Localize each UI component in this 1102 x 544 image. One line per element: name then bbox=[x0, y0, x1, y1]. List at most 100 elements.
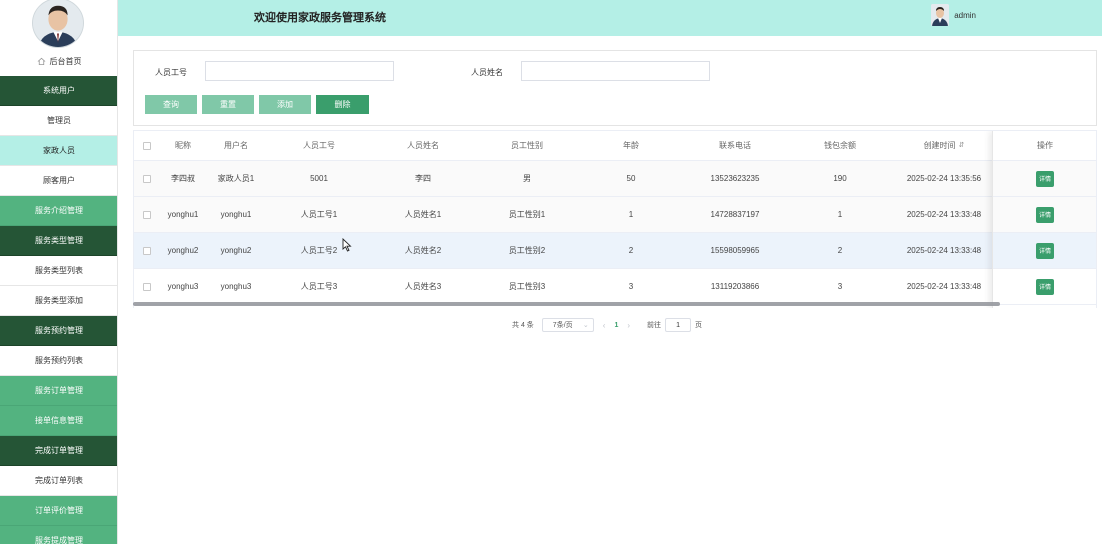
app-root: 后台首页 系统用户 管理员 家政人员 顾客用户 服务介绍管理 服务类型管理 服务类型列表 服务… bbox=[0, 0, 1102, 544]
user-menu[interactable]: admin bbox=[931, 4, 976, 26]
page-size-select[interactable]: 7条/页 ⌄ bbox=[541, 318, 594, 332]
sidebar-item[interactable]: 服务介绍管理 bbox=[0, 196, 117, 226]
cell-gender: 男 bbox=[523, 174, 531, 183]
col-username: 用户名 bbox=[224, 141, 248, 150]
prev-page-icon[interactable]: ‹ bbox=[603, 321, 606, 330]
col-staff-no: 人员工号 bbox=[303, 141, 335, 150]
cell-age: 50 bbox=[626, 174, 636, 183]
table-row[interactable]: yonghu2 yonghu2 人员工号2 人员姓名2 员工性别2 2 1559805996… bbox=[134, 233, 1096, 269]
cell-balance: 1 bbox=[837, 210, 843, 219]
sidebar-item[interactable]: 服务提成管理 bbox=[0, 526, 117, 544]
cell-phone: 13523623235 bbox=[710, 174, 760, 183]
top-header: 欢迎使用家政服务管理系统 admin bbox=[118, 0, 1102, 36]
staff-name-label: 人员姓名 bbox=[471, 68, 503, 77]
chevron-down-icon: ⌄ bbox=[582, 322, 589, 329]
cell-staff-no: 5001 bbox=[310, 174, 328, 183]
sidebar-item[interactable]: 完成订单列表 bbox=[0, 466, 117, 496]
cell-staff-no: 人员工号1 bbox=[300, 210, 338, 219]
cell-staff-name: 人员姓名3 bbox=[404, 282, 442, 291]
cell-created: 2025-02-24 13:35:56 bbox=[906, 174, 982, 183]
sidebar-item[interactable]: 家政人员 bbox=[0, 136, 117, 166]
table-row[interactable]: yonghu3 yonghu3 人员工号3 人员姓名3 员工性别3 3 1311920386… bbox=[134, 269, 1096, 305]
goto-page-input[interactable]: 1 bbox=[665, 318, 692, 332]
next-page-icon[interactable]: › bbox=[627, 321, 630, 330]
staff-table: 昵称 用户名 人员工号 人员姓名 员工性别 年龄 联系电话 钱包余额 创建时间 … bbox=[133, 130, 1097, 308]
cell-age: 1 bbox=[628, 210, 634, 219]
sidebar-item[interactable]: 服务订单管理 bbox=[0, 376, 117, 406]
cell-username: yonghu1 bbox=[220, 210, 252, 219]
col-age: 年龄 bbox=[623, 141, 639, 150]
select-all-checkbox[interactable] bbox=[143, 141, 151, 150]
sidebar-item[interactable]: 服务预约管理 bbox=[0, 316, 117, 346]
add-button[interactable]: 添加 bbox=[259, 95, 311, 114]
col-gender: 员工性别 bbox=[511, 141, 543, 150]
cell-staff-no: 人员工号2 bbox=[300, 246, 338, 255]
cell-age: 2 bbox=[628, 246, 634, 255]
sidebar-home-link[interactable]: 后台首页 bbox=[0, 53, 117, 69]
cell-username: yonghu2 bbox=[220, 246, 252, 255]
home-label: 后台首页 bbox=[49, 56, 82, 66]
cell-staff-no: 人员工号3 bbox=[300, 282, 338, 291]
cell-balance: 190 bbox=[833, 174, 847, 183]
detail-button[interactable]: 详情 bbox=[1036, 170, 1054, 187]
cell-nickname: yonghu3 bbox=[167, 282, 199, 291]
cell-created: 2025-02-24 13:33:48 bbox=[906, 246, 982, 255]
pagination-total: 共 4 条 bbox=[512, 322, 534, 329]
sidebar-item[interactable]: 管理员 bbox=[0, 106, 117, 136]
sidebar-item[interactable]: 系统用户 bbox=[0, 76, 117, 106]
sidebar-item[interactable]: 完成订单管理 bbox=[0, 436, 117, 466]
table-header: 昵称 用户名 人员工号 人员姓名 员工性别 年龄 联系电话 钱包余额 创建时间 … bbox=[134, 131, 1096, 161]
cell-created: 2025-02-24 13:33:48 bbox=[906, 210, 982, 219]
col-balance: 钱包余额 bbox=[824, 141, 856, 150]
cell-username: yonghu3 bbox=[220, 282, 252, 291]
row-checkbox[interactable] bbox=[143, 282, 151, 291]
cell-phone: 13119203866 bbox=[710, 282, 760, 291]
staff-name-input[interactable] bbox=[521, 61, 710, 81]
delete-button[interactable]: 删除 bbox=[316, 95, 369, 114]
cell-nickname: yonghu1 bbox=[167, 210, 199, 219]
sidebar: 后台首页 系统用户 管理员 家政人员 顾客用户 服务介绍管理 服务类型管理 服务类型列表 服务… bbox=[0, 0, 118, 544]
detail-button[interactable]: 详情 bbox=[1036, 206, 1054, 223]
sidebar-avatar bbox=[32, 0, 84, 48]
sidebar-item[interactable]: 订单评价管理 bbox=[0, 496, 117, 526]
query-button[interactable]: 查询 bbox=[145, 95, 197, 114]
detail-button[interactable]: 详情 bbox=[1036, 278, 1054, 295]
sort-icon[interactable]: ⇵ bbox=[959, 142, 965, 149]
sidebar-item[interactable]: 服务类型管理 bbox=[0, 226, 117, 256]
sidebar-item[interactable]: 服务类型添加 bbox=[0, 286, 117, 316]
sidebar-item[interactable]: 顾客用户 bbox=[0, 166, 117, 196]
cell-staff-name: 人员姓名2 bbox=[404, 246, 442, 255]
col-created[interactable]: 创建时间 ⇵ bbox=[892, 131, 996, 160]
cell-created: 2025-02-24 13:33:48 bbox=[906, 282, 982, 291]
table-row[interactable]: yonghu1 yonghu1 人员工号1 人员姓名1 员工性别1 1 1472883719… bbox=[134, 197, 1096, 233]
home-icon bbox=[37, 57, 45, 65]
detail-button[interactable]: 详情 bbox=[1036, 242, 1054, 259]
current-page[interactable]: 1 bbox=[614, 322, 618, 329]
pagination: 共 4 条 7条/页 ⌄ ‹ 1 › 前往 1 页 bbox=[512, 318, 702, 332]
page-title: 欢迎使用家政服务管理系统 bbox=[254, 12, 386, 24]
username-label: admin bbox=[954, 10, 976, 20]
goto-page: 前往 1 页 bbox=[647, 318, 702, 332]
table-horizontal-scrollbar[interactable] bbox=[133, 302, 1000, 306]
reset-button[interactable]: 重置 bbox=[202, 95, 254, 114]
cell-staff-name: 人员姓名1 bbox=[404, 210, 442, 219]
sidebar-item[interactable]: 服务预约列表 bbox=[0, 346, 117, 376]
cell-nickname: 李四叔 bbox=[171, 174, 195, 183]
col-staff-name: 人员姓名 bbox=[407, 141, 439, 150]
search-panel: 人员工号 人员姓名 查询 重置 添加 删除 bbox=[133, 50, 1097, 126]
cell-gender: 员工性别1 bbox=[508, 210, 546, 219]
cell-age: 3 bbox=[628, 282, 634, 291]
cell-phone: 14728837197 bbox=[710, 210, 760, 219]
row-checkbox[interactable] bbox=[143, 246, 151, 255]
staff-no-input[interactable] bbox=[205, 61, 394, 81]
row-checkbox[interactable] bbox=[143, 174, 151, 183]
staff-no-label: 人员工号 bbox=[155, 68, 187, 77]
cell-staff-name: 李四 bbox=[415, 174, 431, 183]
sidebar-item[interactable]: 接单信息管理 bbox=[0, 406, 117, 436]
table-row[interactable]: 李四叔 家政人员1 5001 李四 男 50 13523623235 190 2025-02-2… bbox=[134, 161, 1096, 197]
sidebar-item[interactable]: 服务类型列表 bbox=[0, 256, 117, 286]
row-checkbox[interactable] bbox=[143, 210, 151, 219]
mouse-cursor-icon bbox=[342, 238, 352, 252]
col-created-label: 创建时间 bbox=[923, 141, 956, 150]
col-phone: 联系电话 bbox=[719, 141, 751, 150]
